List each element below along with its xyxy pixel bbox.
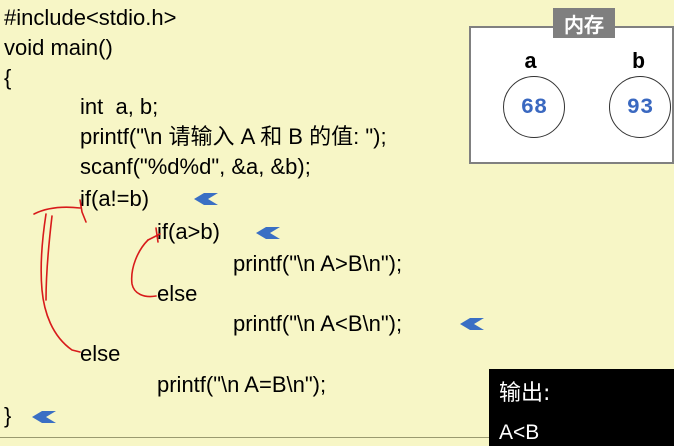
code-line-close-brace: } xyxy=(4,403,12,428)
variable-a-value: 68 xyxy=(503,76,565,138)
code-line-printf-less: printf("\n A<B\n"); xyxy=(233,311,403,336)
variable-b-label: b xyxy=(632,50,646,75)
memory-panel-title: 内存 xyxy=(553,8,615,38)
step-arrow-icon xyxy=(32,411,56,423)
code-line-printf-greater: printf("\n A>B\n"); xyxy=(233,251,403,276)
code-line-if-inner: if(a>b) xyxy=(157,219,220,244)
step-arrow-icon xyxy=(194,193,218,205)
code-line-printf-equal: printf("\n A=B\n"); xyxy=(157,372,327,397)
output-console: 输出: A<B xyxy=(489,369,674,446)
code-line-printf-prompt: printf("\n 请输入 A 和 B 的值: "); xyxy=(80,124,387,149)
output-title: 输出: xyxy=(499,381,551,406)
code-line-scanf: scanf("%d%d", &a, &b); xyxy=(80,154,311,179)
step-arrow-icon xyxy=(256,227,280,239)
code-line-main: void main() xyxy=(4,35,113,60)
variable-b-value: 93 xyxy=(609,76,671,138)
code-line-if-outer: if(a!=b) xyxy=(80,186,150,211)
bottom-divider xyxy=(0,437,489,438)
variable-a-label: a xyxy=(524,50,538,75)
output-text: A<B xyxy=(499,421,540,444)
step-arrow-icon xyxy=(460,318,484,330)
slide: #include<stdio.h> void main() { int a, b… xyxy=(0,0,674,446)
code-line-else-inner: else xyxy=(157,281,198,306)
code-line-include: #include<stdio.h> xyxy=(4,5,177,30)
code-line-else-outer: else xyxy=(80,341,121,366)
code-line-declare: int a, b; xyxy=(80,94,159,119)
code-line-open-brace: { xyxy=(4,65,12,90)
